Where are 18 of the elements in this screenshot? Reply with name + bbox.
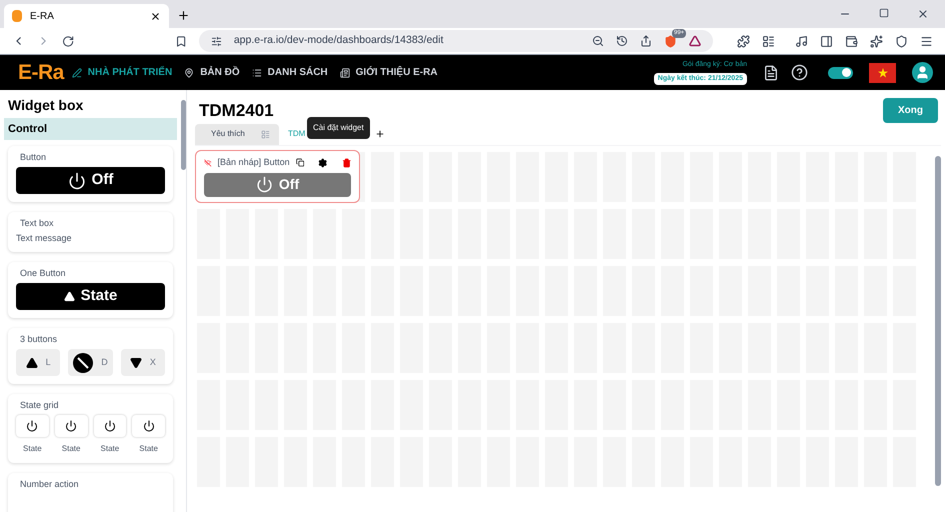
- widget-title: One Button: [19, 268, 67, 279]
- widget-title: Number action: [19, 479, 80, 490]
- widget-title: [Bản nháp] Button: [218, 156, 290, 169]
- widget-title: State grid: [19, 400, 60, 411]
- sidebar-title: Widget box: [7, 96, 84, 115]
- widget-title: Text box: [19, 218, 55, 229]
- tab-title: E-RA: [30, 10, 55, 24]
- state-label: State: [100, 443, 120, 455]
- state-label: State: [62, 443, 80, 455]
- state-label: State: [139, 443, 158, 455]
- widget-title: 3 buttons: [19, 334, 58, 345]
- tooltip: Cài đặt widget: [307, 116, 370, 138]
- url-text: app.e-ra.io/dev-mode/dashboards/14383/edit: [234, 33, 444, 48]
- dashboard-title: TDM2401: [199, 100, 274, 122]
- widget-title: Button: [19, 152, 48, 163]
- state-label: State: [23, 443, 42, 455]
- text-message: Text message: [16, 233, 73, 244]
- era-logo: E-Ra: [18, 60, 64, 86]
